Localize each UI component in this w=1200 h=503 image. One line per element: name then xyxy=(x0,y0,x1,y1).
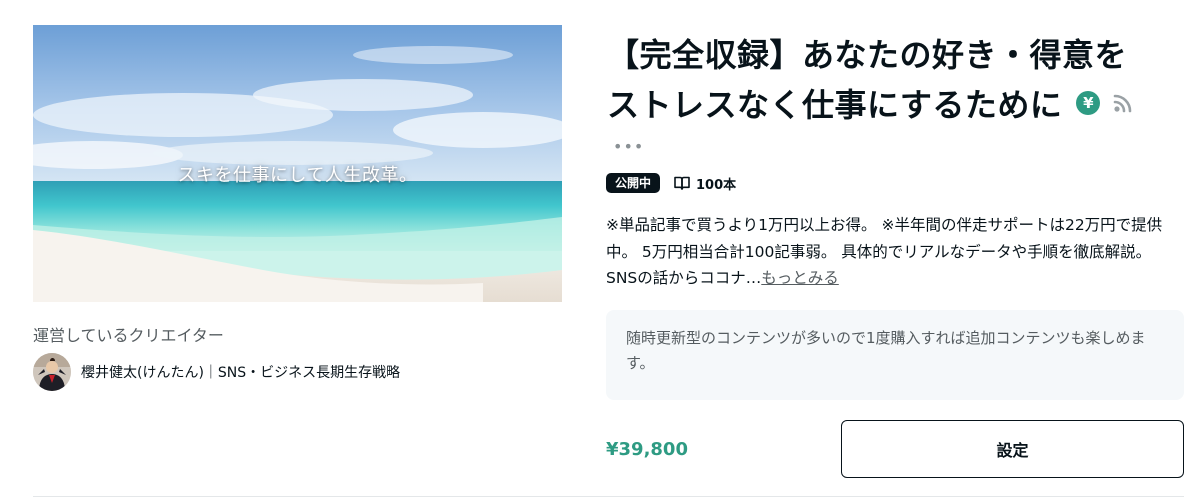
magazine-title: 【完全収録】あなたの好き・得意を ストレスなく仕事にするために ¥ xyxy=(607,30,1167,130)
notice-box: 随時更新型のコンテンツが多いので1度購入すれば追加コンテンツも楽しめます。 xyxy=(606,310,1184,400)
settings-button[interactable]: 設定 xyxy=(841,420,1184,478)
creator-name[interactable]: 櫻井健太(けんたん)｜SNS・ビジネス長期生存戦略 xyxy=(81,362,400,382)
book-icon xyxy=(674,176,690,190)
title-line-1: 【完全収録】あなたの好き・得意を xyxy=(607,36,1128,74)
creator-section-heading: 運営しているクリエイター xyxy=(33,326,224,345)
status-badge: 公開中 xyxy=(606,173,661,193)
creator-link[interactable]: 櫻井健太(けんたん)｜SNS・ビジネス長期生存戦略 xyxy=(33,352,400,392)
rss-icon[interactable] xyxy=(1112,92,1134,114)
magazine-cover-image: スキを仕事にして人生改革。 xyxy=(33,25,562,302)
magazine-description: ※単品記事で買うより1万円以上お得。 ※半年間の伴走サポートは22万円で提供中。… xyxy=(606,212,1186,292)
avatar[interactable] xyxy=(33,353,71,391)
title-line-2: ストレスなく仕事にするために ¥ xyxy=(607,80,1167,130)
show-more-link[interactable]: もっとみる xyxy=(761,269,839,287)
article-count: 100本 xyxy=(696,177,737,193)
cover-caption: スキを仕事にして人生改革。 xyxy=(177,165,418,186)
magazine-page: スキを仕事にして人生改革。 運営しているクリエイター 櫻井健太(けんたん)｜SN… xyxy=(0,0,1200,503)
description-text: ※単品記事で買うより1万円以上お得。 ※半年間の伴走サポートは22万円で提供中。… xyxy=(606,216,1163,287)
avatar-image xyxy=(33,353,71,391)
divider xyxy=(33,496,1184,497)
price: ¥39,800 xyxy=(606,439,688,460)
yen-icon: ¥ xyxy=(1076,91,1101,115)
more-dots-icon[interactable]: ••• xyxy=(613,137,644,156)
magazine-meta: 公開中 100本 xyxy=(606,172,736,194)
title-line-2-text: ストレスなく仕事にするために xyxy=(607,86,1063,124)
